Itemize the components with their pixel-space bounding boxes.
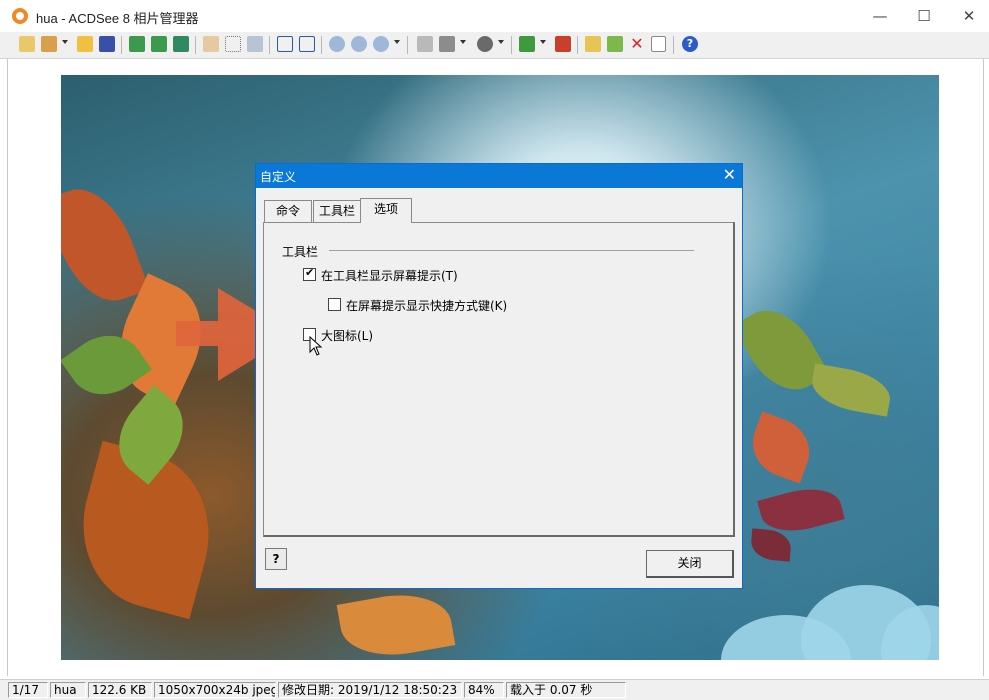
flower-petal (743, 411, 819, 484)
autoplay-icon[interactable] (173, 36, 189, 52)
flower-petal (336, 585, 456, 660)
toolbar-separator (121, 36, 122, 54)
tab-toolbars[interactable]: 工具栏 (313, 200, 361, 222)
show-shortcut-keys-checkbox[interactable] (328, 298, 341, 311)
customize-dialog: 自定义 ✕ 命令 工具栏 选项 工具栏 ✔ 在工具栏显示屏幕提示(T) 在屏幕提… (255, 163, 743, 589)
status-load-time: 载入于 0.07 秒 (506, 682, 626, 698)
title-bar: hua - ACDSee 8 相片管理器 — ☐ ✕ (0, 0, 989, 32)
delete-icon[interactable]: ✕ (629, 36, 645, 52)
help-button[interactable]: ? (265, 548, 287, 570)
zoom-out-icon[interactable] (351, 36, 367, 52)
acdsee-app-icon (12, 8, 28, 24)
toolbar-separator (407, 36, 408, 54)
tab-commands[interactable]: 命令 (264, 200, 312, 222)
move-icon[interactable] (607, 36, 623, 52)
close-icon[interactable]: ✕ (723, 165, 736, 184)
green-leaf (808, 363, 894, 417)
desktop-icon[interactable] (519, 36, 535, 52)
chevron-down-icon[interactable] (394, 40, 400, 44)
status-modified-date: 修改日期: 2019/1/12 18:50:23 (278, 682, 462, 698)
show-screentips-label: 在工具栏显示屏幕提示(T) (321, 269, 458, 283)
close-dialog-button[interactable]: 关闭 (646, 550, 734, 578)
properties-icon[interactable] (651, 36, 666, 52)
chevron-down-icon[interactable] (460, 40, 466, 44)
save-icon[interactable] (99, 36, 115, 52)
options-panel: 工具栏 ✔ 在工具栏显示屏幕提示(T) 在屏幕提示显示快捷方式键(K) 大图标(… (263, 222, 735, 537)
chevron-down-icon[interactable] (498, 40, 504, 44)
toolbar-separator (577, 36, 578, 54)
flower-petal (749, 528, 793, 562)
open-folder-icon[interactable] (77, 36, 93, 52)
main-toolbar: ✕ ? (0, 32, 989, 59)
status-dimensions: 1050x700x24b jpeg (154, 682, 276, 698)
print-icon[interactable] (417, 36, 433, 52)
toolbar-separator (195, 36, 196, 54)
chevron-down-icon[interactable] (62, 40, 68, 44)
select-icon[interactable] (225, 36, 241, 52)
chevron-down-icon[interactable] (540, 40, 546, 44)
zoom-tool-icon[interactable] (247, 36, 263, 52)
help-icon[interactable]: ? (682, 36, 698, 52)
toolbar-separator (511, 36, 512, 54)
previous-image-icon[interactable] (129, 36, 145, 52)
dialog-title: 自定义 (260, 170, 297, 184)
edit-icon[interactable] (41, 36, 57, 52)
show-screentips-checkbox[interactable]: ✔ (303, 266, 316, 281)
toolbar-group-label: 工具栏 (282, 245, 319, 259)
status-bar: 1/17 hua 122.6 KB 1050x700x24b jpeg 修改日期… (0, 679, 989, 700)
tab-options[interactable]: 选项 (360, 198, 412, 223)
window-title: hua - ACDSee 8 相片管理器 (36, 11, 199, 26)
next-image-icon[interactable] (151, 36, 167, 52)
status-filename: hua (50, 682, 86, 698)
rotate-left-icon[interactable] (277, 36, 293, 52)
wallpaper-icon[interactable] (555, 36, 571, 52)
copy-icon[interactable] (585, 36, 601, 52)
status-zoom: 84% (464, 682, 504, 698)
show-shortcut-keys-label: 在屏幕提示显示快捷方式键(K) (346, 299, 508, 313)
zoom-in-icon[interactable] (329, 36, 345, 52)
toolbar-separator (269, 36, 270, 54)
toolbar-separator (321, 36, 322, 54)
pan-hand-icon[interactable] (203, 36, 219, 52)
zoom-menu-icon[interactable] (373, 36, 389, 52)
scan-icon[interactable] (439, 36, 455, 52)
browse-icon[interactable] (19, 36, 35, 52)
status-position: 1/17 (8, 682, 48, 698)
minimize-button[interactable]: — (857, 0, 903, 32)
group-divider (329, 250, 694, 251)
close-window-button[interactable]: ✕ (946, 0, 989, 32)
view-mode-icon[interactable] (477, 36, 493, 52)
mouse-cursor-icon (309, 336, 323, 356)
checkmark-icon: ✔ (305, 266, 315, 279)
rotate-right-icon[interactable] (299, 36, 315, 52)
status-filesize: 122.6 KB (88, 682, 152, 698)
flower-petal (61, 176, 150, 314)
large-icons-label: 大图标(L) (321, 329, 374, 343)
toolbar-separator (673, 36, 674, 54)
maximize-button[interactable]: ☐ (901, 0, 947, 32)
dialog-title-bar: 自定义 ✕ (256, 164, 742, 188)
